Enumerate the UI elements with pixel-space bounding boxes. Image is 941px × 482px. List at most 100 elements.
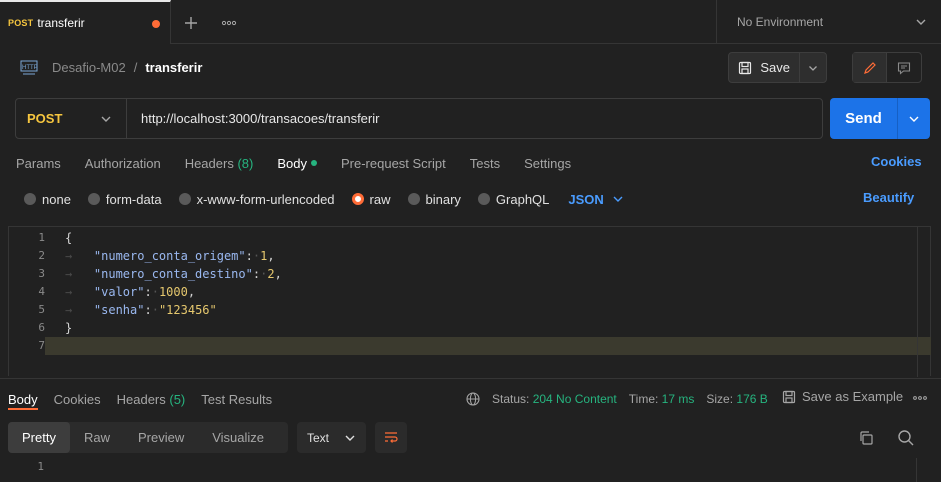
view-visualize[interactable]: Visualize — [198, 422, 278, 453]
view-raw[interactable]: Raw — [70, 422, 124, 453]
request-tabs: Params Authorization Headers (8) Body Pr… — [16, 154, 595, 172]
copy-icon[interactable] — [858, 430, 874, 446]
comments-button[interactable] — [887, 53, 921, 82]
body-type-selector: none form-data x-www-form-urlencoded raw… — [24, 190, 624, 208]
line-number: 2 — [38, 249, 45, 262]
tab-headers[interactable]: Headers (8) — [185, 156, 254, 171]
save-button-group: Save — [728, 52, 827, 83]
line-number: 5 — [38, 303, 45, 316]
response-tab-headers[interactable]: Headers (5) — [117, 392, 186, 407]
save-icon — [782, 390, 796, 404]
radio-urlencoded[interactable]: x-www-form-urlencoded — [178, 192, 335, 207]
save-button[interactable]: Save — [729, 53, 801, 82]
radio-icon — [178, 193, 191, 205]
beautify-button[interactable]: Beautify — [863, 190, 914, 205]
response-line-number: 1 — [37, 460, 44, 473]
size-label: Size: — [706, 392, 734, 406]
tab-body[interactable]: Body — [277, 156, 317, 171]
svg-text:HTTP: HTTP — [22, 65, 38, 71]
radio-form-data[interactable]: form-data — [87, 192, 162, 207]
method-select[interactable]: POST — [16, 99, 127, 138]
plus-icon[interactable] — [182, 14, 200, 32]
body-editor[interactable]: 1 { 2 → "numero_conta_origem":·1, 3 → "n… — [8, 226, 931, 377]
radio-graphql-label: GraphQL — [495, 191, 550, 207]
json-key: "numero_conta_origem" — [93, 249, 246, 263]
radio-graphql[interactable]: GraphQL — [477, 191, 550, 207]
response-tab-body[interactable]: Body — [8, 392, 38, 407]
url-input[interactable]: http://localhost:3000/transacoes/transfe… — [127, 111, 379, 126]
response-headers-count-badge: (5) — [169, 391, 186, 407]
send-button[interactable]: Send — [830, 98, 898, 139]
radio-icon — [477, 193, 490, 205]
tab-settings[interactable]: Settings — [524, 156, 571, 171]
http-request-icon: HTTP — [18, 57, 40, 77]
tab-params[interactable]: Params — [16, 156, 61, 171]
wrap-lines-button[interactable] — [375, 422, 407, 453]
status-value[interactable]: 204 No Content — [533, 392, 617, 406]
breadcrumb-separator: / — [133, 59, 138, 75]
environment-label: No Environment — [737, 15, 824, 29]
radio-raw-label: raw — [369, 191, 391, 207]
unsaved-dot-icon — [152, 20, 160, 28]
tab-pre-request-script[interactable]: Pre-request Script — [341, 156, 446, 171]
json-comma: , — [267, 249, 275, 263]
request-tab[interactable]: POST transferir — [0, 0, 171, 44]
radio-binary[interactable]: binary — [407, 192, 461, 207]
save-as-example-label: Save as Example — [802, 389, 904, 404]
radio-none[interactable]: none — [24, 192, 71, 207]
response-tab-cookies[interactable]: Cookies — [54, 392, 101, 407]
line-number: 4 — [38, 285, 45, 298]
tab-tests[interactable]: Tests — [470, 156, 500, 171]
body-indicator-dot-icon — [310, 160, 317, 167]
tab-authorization[interactable]: Authorization — [85, 156, 161, 171]
tab-headers-label: Headers — [184, 155, 234, 171]
size-value[interactable]: 176 B — [736, 392, 767, 406]
editor-scrollbar[interactable] — [917, 227, 931, 377]
json-comma: , — [274, 267, 282, 281]
json-colon: : — [144, 303, 152, 317]
radio-selected-icon — [351, 193, 364, 205]
save-as-example-button[interactable]: Save as Example — [782, 389, 903, 404]
response-scrollbar[interactable] — [916, 458, 930, 482]
radio-icon — [87, 193, 100, 205]
more-options-icon[interactable] — [912, 390, 928, 406]
send-dropdown-button[interactable] — [898, 98, 930, 139]
tab-body-label: Body — [277, 155, 307, 171]
tab-method-label: POST — [8, 18, 34, 28]
radio-none-label: none — [42, 191, 71, 207]
json-key: "valor" — [93, 285, 145, 299]
raw-format-select[interactable]: JSON — [568, 192, 623, 207]
code-line: 6 } — [9, 319, 931, 337]
cookies-link[interactable]: Cookies — [871, 154, 922, 169]
more-options-icon[interactable] — [220, 14, 238, 32]
view-preview[interactable]: Preview — [124, 422, 198, 453]
edit-docs-button[interactable] — [853, 53, 887, 82]
code-line: 5 → "senha":·"123456" — [9, 301, 931, 319]
globe-icon[interactable] — [466, 392, 480, 406]
chevron-down-icon — [613, 196, 623, 202]
code-text: → "numero_conta_origem":·1, — [65, 249, 275, 263]
radio-icon — [24, 193, 36, 205]
response-status: Status: 204 No Content Time: 17 ms Size:… — [466, 390, 768, 408]
wrap-lines-icon — [385, 431, 398, 443]
save-dropdown-button[interactable] — [800, 53, 826, 82]
response-format-select[interactable]: Text — [297, 422, 366, 453]
environment-selector[interactable]: No Environment — [716, 0, 941, 44]
code-text: → "numero_conta_destino":·2, — [65, 267, 282, 281]
line-number: 7 — [9, 337, 45, 355]
code-text: → "valor":·1000, — [65, 285, 196, 299]
time-value[interactable]: 17 ms — [662, 392, 695, 406]
code-line: 2 → "numero_conta_origem":·1, — [9, 247, 931, 265]
breadcrumb-request[interactable]: transferir — [145, 60, 202, 75]
search-icon[interactable] — [897, 429, 915, 447]
view-pretty[interactable]: Pretty — [8, 422, 70, 453]
tab-request-name: transferir — [37, 16, 85, 30]
code-text: { — [65, 231, 73, 245]
side-panel-toggle-group — [852, 52, 922, 83]
radio-raw[interactable]: raw — [351, 191, 391, 207]
response-view-modes: Pretty Raw Preview Visualize — [8, 422, 288, 453]
status-label: Status: — [492, 392, 530, 406]
breadcrumb-collection[interactable]: Desafio-M02 — [52, 60, 126, 75]
response-divider[interactable] — [0, 378, 941, 379]
response-tab-test-results[interactable]: Test Results — [201, 392, 272, 407]
